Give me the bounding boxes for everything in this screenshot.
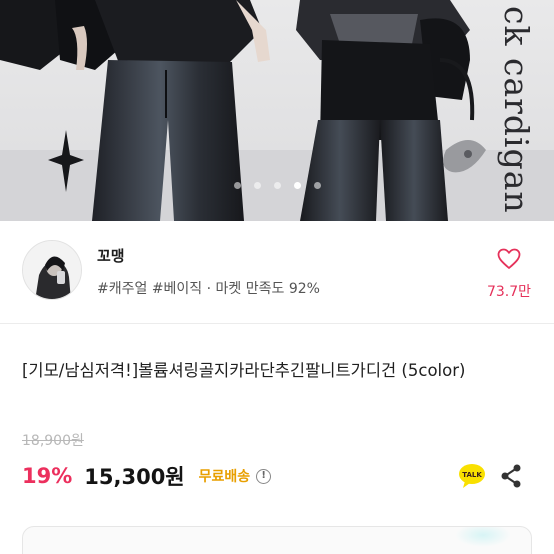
seller-avatar[interactable] (22, 240, 82, 300)
info-icon[interactable]: ! (256, 468, 272, 484)
seller-name[interactable]: 꼬맹 (97, 245, 125, 266)
discount-rate: 19% (22, 464, 73, 488)
seller-tags: #캐주얼 #베이직 · 마켓 만족도 92% (97, 281, 320, 297)
carousel-dot[interactable] (273, 182, 281, 189)
carousel-dot[interactable] (253, 182, 261, 189)
carousel-dot[interactable] (233, 182, 241, 189)
carousel-dot-active[interactable] (293, 182, 301, 189)
product-title: [기모/남심저격!]볼륨셔링골지카라단추긴팔니트가디건 (5color) (22, 361, 466, 380)
carousel-dot[interactable] (313, 182, 321, 189)
seller-info[interactable]: 꼬맹 #캐주얼 #베이직 · 마켓 만족도 92% 73.7만 (0, 221, 554, 322)
share-icon (501, 464, 521, 488)
section-divider (0, 323, 554, 324)
heart-icon (497, 248, 521, 269)
free-shipping-label[interactable]: 무료배송 (199, 466, 251, 486)
talk-badge-text: TALK (462, 471, 482, 479)
original-price: 18,900원 (22, 433, 84, 449)
like-button[interactable]: 73.7만 (479, 246, 539, 312)
sale-price: 15,300원 (84, 465, 185, 489)
bottom-banner[interactable] (22, 526, 532, 554)
kakao-talk-icon: TALK (459, 464, 485, 488)
carousel-indicator (0, 182, 554, 189)
product-image-carousel[interactable]: ck cardigan (0, 0, 554, 221)
share-button[interactable] (499, 463, 523, 489)
banner-decoration (455, 527, 511, 547)
price-row: 19% 15,300원 무료배송 ! (22, 461, 272, 491)
like-count: 73.7만 (486, 284, 532, 300)
kakao-talk-button[interactable]: TALK (458, 463, 486, 489)
